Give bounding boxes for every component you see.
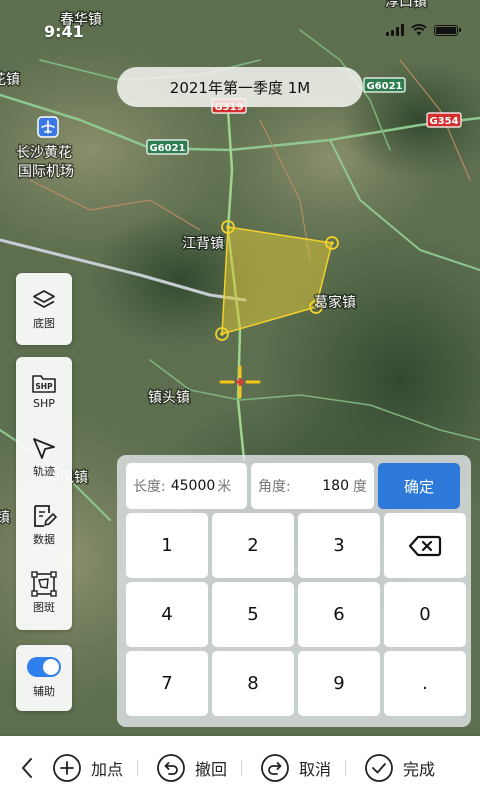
toolbar-assist-group: 辅助 [16,645,72,711]
toolbar-basemap-group: 底图 [16,273,72,345]
add-point-label: 加点 [91,760,124,779]
assist-label: 辅助 [33,685,55,698]
key-9[interactable]: 9 [298,651,380,716]
cancel-label: 取消 [299,760,332,779]
angle-value: 180 [322,478,349,494]
period-label: 2021年第一季度 1M [169,78,311,97]
done-label: 完成 [403,760,436,779]
key-7[interactable]: 7 [126,651,208,716]
angle-label: 角度: [258,479,291,495]
edit-document-icon [34,505,57,527]
redo-icon [261,754,289,782]
patch-label: 图斑 [33,601,55,614]
backspace-key[interactable] [384,513,466,578]
done-button[interactable]: 完成 [364,753,435,783]
place-jiangbei: 江背镇 [182,236,224,252]
place-zhentou: 镇头镇 [148,390,190,406]
status-bar: 9:41 [0,0,480,44]
back-button[interactable] [8,757,46,779]
bottom-action-bar: 加点 撤回 取消 完成 [0,736,480,800]
key-4[interactable]: 4 [126,582,208,647]
patch-button[interactable]: 图斑 [16,559,72,627]
length-unit: 米 [217,479,232,495]
key-8[interactable]: 8 [212,651,294,716]
length-label: 长度: [133,479,166,495]
basemap-label: 底图 [33,317,55,330]
chevron-left-icon [22,758,32,778]
shp-folder-icon: SHP [32,374,56,393]
assist-switch-icon[interactable] [27,657,61,677]
undo-icon [157,754,185,782]
road-shield-g6021-left: G6021 [146,139,189,155]
add-point-button[interactable]: 加点 [52,753,123,783]
undo-button[interactable]: 撤回 [156,753,227,783]
app-screen: G6021G319G354G6021 春华镇淳口镇花镇长沙黄花国际机场江背镇葛家… [0,0,480,800]
basemap-button[interactable]: 底图 [16,273,72,345]
place-airport: 长沙黄花 [16,144,72,161]
battery-icon [434,24,461,36]
airport-icon [37,116,59,138]
shp-label: SHP [33,396,55,410]
key-2[interactable]: 2 [212,513,294,578]
road-shield-g6021-left-text: G6021 [149,143,185,154]
key-3[interactable]: 3 [298,513,380,578]
key-1[interactable]: 1 [126,513,208,578]
cellular-signal-icon [386,24,404,36]
angle-unit: 度 [353,479,367,495]
road-shield-g354-text: G354 [429,116,458,127]
place-left-town: 花镇 [0,72,20,88]
shp-button[interactable]: SHP SHP [16,357,72,423]
toolbar-main-group: SHP SHP 轨迹 数据 图斑 [16,357,72,630]
number-keys: 1 2 3 4 5 6 0 7 8 9 . [126,513,466,716]
polygon-select-icon [31,571,57,597]
period-badge[interactable]: 2021年第一季度 1M [117,67,363,107]
svg-text:SHP: SHP [35,382,53,391]
divider [241,761,243,775]
check-circle-icon [365,754,393,782]
data-label: 数据 [33,533,55,546]
track-label: 轨迹 [33,465,55,478]
angle-field[interactable]: 角度: 180 度 [251,463,374,509]
place-gejia: 葛家镇 [314,294,356,311]
length-field[interactable]: 长度: 45000 米 [126,463,247,509]
status-time: 9:41 [44,22,84,41]
assist-toggle[interactable]: 辅助 [16,645,72,711]
divider [137,761,139,775]
confirm-button[interactable]: 确定 [378,463,460,509]
plus-circle-icon [53,754,81,782]
road-shield-g354: G354 [426,112,462,128]
length-value: 45000 [170,478,216,494]
status-icons [386,24,461,36]
place-left-town3: 镇 [0,510,10,526]
measure-inputs: 长度: 45000 米 角度: 180 度 确定 [126,463,462,509]
data-button[interactable]: 数据 [16,491,72,559]
undo-label: 撤回 [195,760,228,779]
key-0[interactable]: 0 [384,582,466,647]
navigation-arrow-icon [33,438,55,459]
backspace-icon [408,535,442,556]
cancel-button[interactable]: 取消 [260,753,331,783]
road-shield-g6021-top-text: G6021 [366,81,402,92]
key-dot[interactable]: . [384,651,466,716]
track-button[interactable]: 轨迹 [16,423,72,491]
divider [345,761,347,775]
wifi-icon [411,24,427,36]
measure-keypad: 长度: 45000 米 角度: 180 度 确定 1 2 3 4 5 6 0 7… [117,455,471,727]
key-6[interactable]: 6 [298,582,380,647]
road-shield-g6021-top: G6021 [363,77,406,93]
key-5[interactable]: 5 [212,582,294,647]
layers-icon [33,290,55,308]
place-airport-line2: 国际机场 [18,164,74,180]
